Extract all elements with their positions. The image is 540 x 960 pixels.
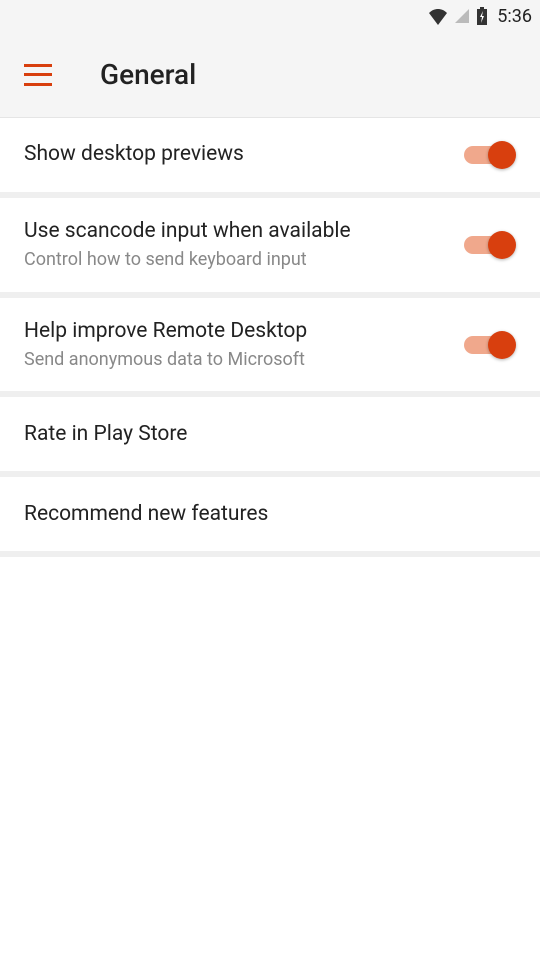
setting-show-desktop-previews[interactable]: Show desktop previews <box>0 118 540 198</box>
setting-title: Rate in Play Store <box>24 421 516 448</box>
page-title: General <box>100 58 196 91</box>
setting-rate-play-store[interactable]: Rate in Play Store <box>0 397 540 477</box>
wifi-icon <box>427 7 449 25</box>
toggle-help-improve[interactable] <box>464 331 516 359</box>
setting-subtitle: Send anonymous data to Microsoft <box>24 348 464 371</box>
setting-title: Use scancode input when available <box>24 218 464 245</box>
toggle-show-desktop-previews[interactable] <box>464 141 516 169</box>
settings-list: Show desktop previews Use scancode input… <box>0 118 540 557</box>
setting-title: Show desktop previews <box>24 141 464 168</box>
menu-icon[interactable] <box>24 64 52 86</box>
setting-recommend-features[interactable]: Recommend new features <box>0 477 540 557</box>
app-bar: General <box>0 32 540 118</box>
signal-icon <box>453 7 471 25</box>
setting-subtitle: Control how to send keyboard input <box>24 248 464 271</box>
setting-help-improve[interactable]: Help improve Remote Desktop Send anonymo… <box>0 298 540 398</box>
status-bar: 5:36 <box>0 0 540 32</box>
setting-scancode-input[interactable]: Use scancode input when available Contro… <box>0 198 540 298</box>
status-time: 5:36 <box>497 6 532 27</box>
setting-title: Help improve Remote Desktop <box>24 318 464 345</box>
setting-title: Recommend new features <box>24 501 516 528</box>
toggle-scancode-input[interactable] <box>464 231 516 259</box>
battery-icon <box>475 6 489 26</box>
